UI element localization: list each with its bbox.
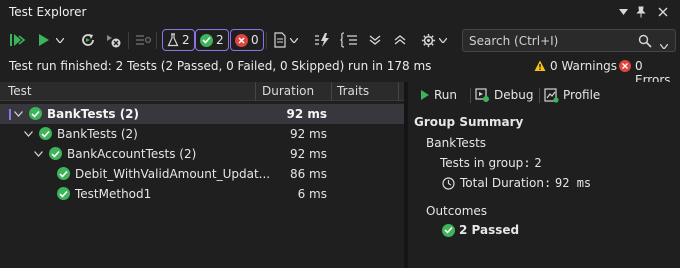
outcomes-title: Outcomes bbox=[426, 204, 488, 218]
run-button-label: Run bbox=[434, 88, 458, 102]
profile-icon bbox=[544, 87, 559, 103]
repeat-last-run-icon[interactable] bbox=[78, 30, 98, 50]
passed-check-icon bbox=[49, 147, 62, 160]
failed-x-icon bbox=[235, 33, 248, 47]
search-placeholder: Search (Ctrl+I) bbox=[469, 34, 559, 48]
passed-check-icon bbox=[57, 187, 70, 200]
run-icon[interactable] bbox=[34, 30, 54, 50]
debug-button[interactable]: Debug bbox=[475, 86, 533, 104]
search-icon[interactable] bbox=[638, 34, 652, 51]
debug-button-label: Debug bbox=[494, 88, 534, 102]
tree-row[interactable]: Debit_WithValidAmount_Updat... 86 ms bbox=[0, 164, 404, 184]
total-duration-value: 92 ms bbox=[555, 176, 592, 190]
test-tree-panel: Test Duration Traits BankTests (2) 92 ms… bbox=[0, 82, 404, 268]
warnings-count[interactable]: 0 Warnings bbox=[550, 59, 617, 73]
passed-check-icon bbox=[29, 107, 42, 120]
tree-row-label: TestMethod1 bbox=[75, 187, 152, 201]
chevron-down-icon[interactable] bbox=[13, 109, 23, 119]
group-by-icon[interactable] bbox=[339, 30, 359, 50]
settings-run-icon[interactable] bbox=[133, 30, 153, 50]
clock-icon bbox=[442, 176, 455, 190]
total-duration-label: Total Duration bbox=[460, 176, 544, 190]
passed-tests-filter-button[interactable]: 2 bbox=[195, 29, 229, 51]
passed-check-icon bbox=[57, 167, 70, 180]
run-tests-after-build-icon[interactable] bbox=[313, 30, 333, 50]
tree-row-duration: 86 ms bbox=[289, 167, 327, 181]
run-summary-message: Test run finished: 2 Tests (2 Passed, 0 … bbox=[9, 59, 432, 73]
chevron-down-icon[interactable] bbox=[33, 149, 43, 159]
tree-row-label: BankTests (2) bbox=[47, 107, 140, 121]
profile-button-label: Profile bbox=[563, 88, 601, 102]
search-dropdown-chevron-icon[interactable] bbox=[659, 38, 669, 52]
profile-button[interactable]: Profile bbox=[544, 86, 600, 104]
total-tests-count: 2 bbox=[182, 33, 190, 47]
test-detail-panel: Run Debug Profile Group Summary BankTest… bbox=[408, 82, 680, 268]
pin-icon[interactable] bbox=[632, 3, 650, 21]
total-duration-line: Total Duration: 92 ms bbox=[442, 176, 591, 190]
tree-row[interactable]: BankTests (2) 92 ms bbox=[0, 124, 404, 144]
tree-row-label: BankAccountTests (2) bbox=[67, 147, 197, 161]
warning-icon bbox=[534, 60, 546, 75]
window-title: Test Explorer bbox=[9, 5, 87, 19]
playlist-icon[interactable] bbox=[270, 30, 290, 50]
collapse-all-icon[interactable] bbox=[390, 30, 410, 50]
expand-all-icon[interactable] bbox=[365, 30, 385, 50]
playlist-dropdown-chevron-icon[interactable] bbox=[288, 30, 300, 50]
passed-check-icon bbox=[442, 223, 455, 237]
tests-in-group-label: Tests in group bbox=[440, 156, 524, 170]
chevron-down-icon[interactable] bbox=[23, 129, 33, 139]
run-all-tests-icon[interactable] bbox=[8, 30, 28, 50]
total-tests-filter-button[interactable]: 2 bbox=[162, 29, 195, 51]
group-summary-title: Group Summary bbox=[414, 115, 524, 129]
column-header-test[interactable]: Test bbox=[8, 84, 32, 98]
close-icon[interactable] bbox=[654, 3, 672, 21]
search-input[interactable]: Search (Ctrl+I) bbox=[462, 29, 676, 52]
error-icon bbox=[619, 60, 631, 72]
passed-check-icon bbox=[200, 33, 213, 47]
tests-in-group-value: 2 bbox=[534, 156, 542, 170]
run-button[interactable]: Run bbox=[420, 86, 457, 104]
column-header-traits[interactable]: Traits bbox=[337, 84, 369, 98]
settings-gear-icon[interactable] bbox=[418, 30, 438, 50]
settings-dropdown-chevron-icon[interactable] bbox=[437, 30, 449, 50]
tree-row-duration: 92 ms bbox=[289, 147, 327, 161]
tree-row-label: Debit_WithValidAmount_Updat... bbox=[75, 167, 271, 181]
failed-tests-count: 0 bbox=[251, 33, 259, 47]
passed-outcome-link[interactable]: 2 Passed bbox=[442, 223, 519, 237]
debug-icon bbox=[475, 87, 489, 102]
passed-check-icon bbox=[39, 127, 52, 140]
run-dropdown-chevron-icon[interactable] bbox=[54, 30, 66, 50]
flask-icon bbox=[167, 33, 179, 47]
tree-row[interactable]: BankTests (2) 92 ms bbox=[0, 104, 404, 124]
failed-tests-filter-button[interactable]: 0 bbox=[230, 29, 264, 51]
passed-tests-count: 2 bbox=[216, 33, 224, 47]
group-name: BankTests bbox=[426, 136, 487, 150]
run-play-icon bbox=[421, 90, 429, 100]
passed-outcome-label: 2 Passed bbox=[459, 223, 520, 237]
tree-row-label: BankTests (2) bbox=[57, 127, 138, 141]
title-bar: Test Explorer bbox=[0, 0, 680, 24]
toolbar: 2 2 0 Search (Ctrl+I) bbox=[0, 24, 680, 56]
tree-row-duration: 92 ms bbox=[289, 127, 327, 141]
tree-row-duration: 92 ms bbox=[286, 107, 327, 121]
tree-row-duration: 6 ms bbox=[297, 187, 327, 201]
column-header-duration[interactable]: Duration bbox=[262, 84, 314, 98]
tests-in-group-line: Tests in group: 2 bbox=[440, 156, 542, 170]
tree-row[interactable]: BankAccountTests (2) 92 ms bbox=[0, 144, 404, 164]
tree-row[interactable]: TestMethod1 6 ms bbox=[0, 184, 404, 204]
window-position-dropdown-icon[interactable] bbox=[614, 3, 632, 21]
tree-column-headers: Test Duration Traits bbox=[0, 82, 404, 101]
cancel-icon[interactable] bbox=[103, 30, 123, 50]
status-bar: Test run finished: 2 Tests (2 Passed, 0 … bbox=[0, 56, 680, 87]
